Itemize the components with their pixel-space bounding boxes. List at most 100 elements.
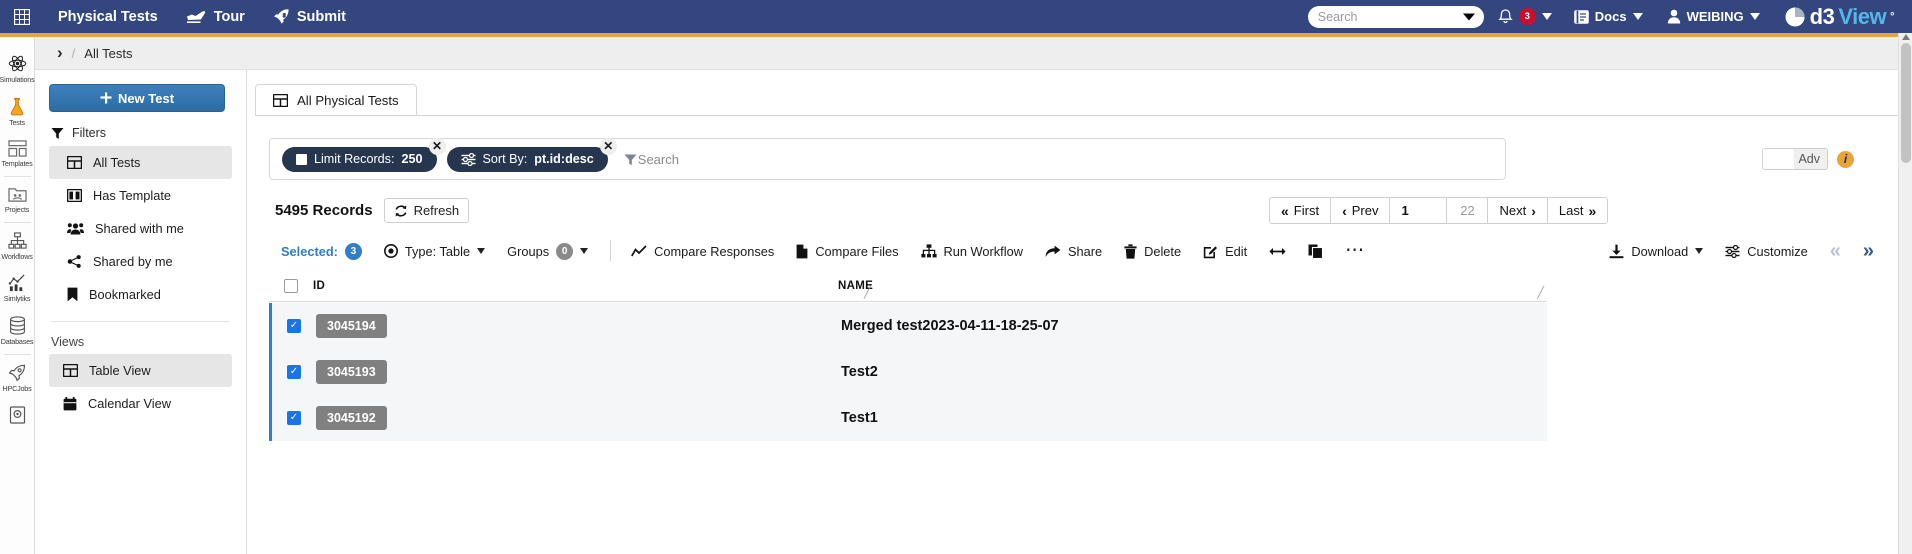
global-search-placeholder: Search	[1317, 9, 1358, 24]
table-row[interactable]: ✓ 3045194 Merged test2023-04-11-18-25-07	[269, 303, 1547, 349]
rail-item-hpcjobs[interactable]: HPCJobs	[0, 357, 35, 399]
rail-item-simlytiks[interactable]: Simlytiks	[0, 267, 35, 309]
double-chevron-right-icon[interactable]: »	[1863, 241, 1874, 261]
submit-menu-item[interactable]: Submit	[259, 0, 360, 33]
cell-name[interactable]: Test1	[841, 410, 878, 426]
atom-icon	[8, 54, 27, 73]
row-select-checkbox[interactable]: ✓	[272, 365, 316, 379]
filter-item-bookmarked[interactable]: Bookmarked	[49, 278, 232, 311]
view-item-table-view[interactable]: Table View	[49, 354, 232, 387]
rail-item-projects[interactable]: Projects	[0, 179, 35, 220]
chevron-down-icon[interactable]	[1462, 13, 1475, 20]
column-resize-handle[interactable]: ╱	[864, 286, 871, 299]
table-row[interactable]: ✓ 3045193 Test2	[269, 349, 1547, 395]
cell-name[interactable]: Test2	[841, 364, 878, 380]
cell-name[interactable]: Merged test2023-04-11-18-25-07	[841, 318, 1059, 334]
table-grid-icon	[67, 156, 82, 169]
rail-item-simulations[interactable]: Simulations	[0, 47, 35, 90]
records-summary-row: 5495 Records Refresh	[275, 198, 470, 223]
rail-item-workflows[interactable]: Workflows	[0, 225, 35, 267]
column-resize-handle[interactable]: ╱	[1537, 286, 1544, 299]
app-grid-menu[interactable]	[0, 0, 44, 33]
adv-toggle-button[interactable]: Adv	[1762, 148, 1828, 170]
double-chevron-left-icon[interactable]: «	[1830, 241, 1841, 261]
docs-menu[interactable]: Docs	[1562, 9, 1655, 24]
scrollbar-thumb[interactable]	[1901, 43, 1911, 163]
app-title[interactable]: Physical Tests	[44, 0, 172, 33]
groups-label: Groups	[507, 243, 550, 259]
pagination-page-input[interactable]: 1	[1390, 198, 1448, 223]
user-menu[interactable]: WEIBING	[1655, 9, 1772, 24]
tour-menu-item[interactable]: Tour	[172, 0, 259, 33]
filter-item-shared-by-me[interactable]: Shared by me	[49, 245, 232, 278]
refresh-button[interactable]: Refresh	[383, 198, 470, 223]
more-options-button[interactable]: ⋯	[1345, 242, 1365, 260]
run-workflow-button[interactable]: Run Workflow	[920, 244, 1023, 259]
notification-badge: 3	[1518, 8, 1536, 25]
pagination-prev-button[interactable]: ‹ Prev	[1331, 198, 1391, 223]
tab-all-physical-tests[interactable]: All Physical Tests	[255, 84, 417, 116]
view-item-calendar-view[interactable]: Calendar View	[49, 387, 232, 420]
module-rail: Simulations Tests Templates Projects Wor…	[0, 37, 35, 554]
results-table: ID NAME ╱ ╱ ✓ 3045194 Merged test2023-04…	[269, 270, 1547, 554]
copy-button[interactable]	[1308, 244, 1324, 259]
select-all-checkbox[interactable]	[269, 278, 313, 293]
filter-item-all-tests[interactable]: All Tests	[49, 146, 232, 179]
info-icon[interactable]: i	[1837, 150, 1854, 168]
filter-search-input[interactable]: Search	[624, 152, 679, 167]
submit-label: Submit	[296, 8, 346, 25]
chart-line-icon	[631, 244, 647, 258]
chip-value: pt.id:desc	[534, 152, 594, 166]
chip-limit-records[interactable]: Limit Records: 250 ✕	[282, 137, 446, 172]
download-dropdown[interactable]: Download	[1609, 244, 1704, 259]
pagination-first-button[interactable]: « First	[1270, 198, 1332, 223]
file-icon	[796, 244, 808, 259]
chevron-down-icon[interactable]	[1541, 13, 1552, 20]
new-test-button[interactable]: New Test	[49, 84, 225, 112]
chip-remove-button[interactable]: ✕	[428, 137, 446, 155]
filter-item-shared-with-me[interactable]: Shared with me	[49, 212, 232, 245]
chevron-down-icon[interactable]	[1632, 13, 1643, 20]
calendar-icon	[63, 396, 77, 411]
compare-responses-button[interactable]: Compare Responses	[631, 244, 774, 259]
chevron-down-icon[interactable]	[1749, 13, 1760, 20]
chevron-down-icon	[580, 248, 589, 254]
groups-dropdown[interactable]: Groups 0	[507, 242, 589, 260]
breadcrumb-expand-icon[interactable]: ›	[57, 43, 63, 63]
page-scrollbar[interactable]	[1898, 33, 1912, 554]
scroll-up-arrow-icon[interactable]	[1902, 34, 1910, 40]
pagination-next-button[interactable]: Next ›	[1488, 198, 1548, 223]
filters-section-title: Filters	[51, 126, 232, 140]
column-header-id[interactable]: ID	[313, 280, 838, 292]
breadcrumb-current[interactable]: All Tests	[84, 46, 132, 61]
row-select-checkbox[interactable]: ✓	[272, 411, 316, 425]
id-badge[interactable]: 3045193	[316, 360, 387, 384]
advanced-search-group: Adv i	[1762, 148, 1854, 170]
filter-item-has-template[interactable]: Has Template	[49, 179, 232, 212]
topnav-right-group: Search 3 Docs WEIBING d3 View °	[1307, 4, 1912, 30]
rocket-icon	[8, 364, 26, 382]
d3view-logo[interactable]: d3 View °	[1772, 4, 1904, 30]
selected-label: Selected:	[281, 243, 338, 259]
pagination-last-button[interactable]: Last »	[1547, 198, 1608, 223]
id-badge[interactable]: 3045192	[316, 406, 387, 430]
chip-sort-by[interactable]: Sort By: pt.id:desc ✕	[446, 137, 617, 172]
pagination-current-page: 1	[1401, 203, 1409, 218]
chip-remove-button[interactable]: ✕	[599, 137, 617, 155]
table-row[interactable]: ✓ 3045192 Test1	[269, 395, 1547, 441]
type-dropdown[interactable]: Type: Table	[383, 244, 486, 259]
row-select-checkbox[interactable]: ✓	[272, 319, 316, 333]
notifications-button[interactable]: 3	[1484, 8, 1562, 25]
customize-button[interactable]: Customize	[1725, 244, 1808, 259]
id-badge[interactable]: 3045194	[316, 314, 387, 338]
fit-width-button[interactable]	[1269, 246, 1286, 257]
global-search-field[interactable]: Search	[1307, 5, 1484, 28]
compare-files-button[interactable]: Compare Files	[796, 244, 899, 259]
rail-item-databases[interactable]: Databases	[0, 309, 35, 352]
rail-item-tests[interactable]: Tests	[0, 90, 35, 133]
share-button[interactable]: Share	[1045, 244, 1102, 259]
edit-button[interactable]: Edit	[1203, 244, 1247, 259]
rail-item-reports[interactable]	[0, 399, 35, 432]
rail-item-templates[interactable]: Templates	[0, 133, 35, 174]
delete-button[interactable]: Delete	[1124, 244, 1181, 259]
